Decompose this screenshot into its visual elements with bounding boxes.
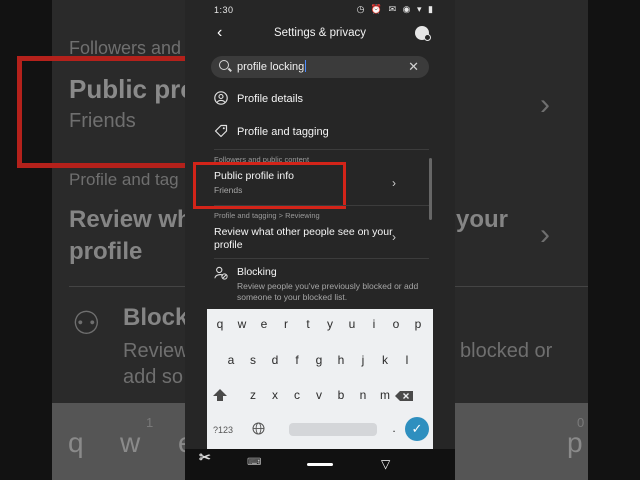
bg-blocking-desc-right: blocked or	[460, 340, 553, 362]
bg-blocking-desc2: add so	[123, 366, 184, 388]
key-p[interactable]: p	[409, 317, 427, 331]
bg-section2: Profile and tag	[69, 170, 179, 189]
bg-chevron-icon: ›	[540, 88, 550, 121]
key-h[interactable]: h	[332, 353, 350, 367]
bg-review-right: your	[456, 206, 509, 233]
result-section-label: Profile and tagging > Reviewing	[214, 211, 320, 220]
key-v[interactable]: v	[310, 388, 328, 402]
bg-key-w: w	[120, 427, 141, 458]
key-i[interactable]: i	[365, 317, 383, 331]
key-g[interactable]: g	[310, 353, 328, 367]
key-j[interactable]: j	[354, 353, 372, 367]
phone-screen: 1:30 ◷ ⏰ ✉ ◉ ▾ ▮ ‹ Settings & privacy pr…	[185, 0, 455, 480]
result-title: Review what other people see on your pro…	[214, 226, 393, 251]
enter-check-icon[interactable]: ✓	[405, 417, 429, 441]
key-y[interactable]: y	[321, 317, 339, 331]
avatar-badge-icon	[424, 34, 431, 41]
key-f[interactable]: f	[288, 353, 306, 367]
key-u[interactable]: u	[343, 317, 361, 331]
result-subtitle: Review people you've previously blocked …	[237, 281, 419, 302]
clear-icon[interactable]: ✕	[408, 59, 419, 75]
key-z[interactable]: z	[244, 388, 262, 402]
bg-review-line2: profile	[69, 238, 143, 265]
bg-item-sub: Friends	[69, 110, 136, 132]
scrollbar[interactable]	[429, 158, 432, 220]
key-r[interactable]: r	[277, 317, 295, 331]
bg-blocking-icon: ⚇	[72, 305, 101, 341]
key-t[interactable]: t	[299, 317, 317, 331]
status-bar: 1:30 ◷ ⏰ ✉ ◉ ▾ ▮	[185, 0, 455, 20]
key-s[interactable]: s	[244, 353, 262, 367]
key-l[interactable]: l	[398, 353, 416, 367]
space-bar[interactable]	[289, 423, 377, 436]
system-nav-bar: ⌨ ▽	[185, 449, 455, 480]
result-blocking[interactable]: Blocking Review people you've previously…	[185, 262, 431, 306]
status-time: 1:30	[214, 5, 234, 15]
key-q[interactable]: q	[211, 317, 229, 331]
bg-chevron2-icon: ›	[540, 218, 550, 251]
search-bar[interactable]: profile locking ✕	[211, 56, 429, 78]
home-pill[interactable]	[307, 463, 333, 466]
blocking-person-icon	[214, 266, 228, 280]
result-review-what-others-see[interactable]: Review what other people see on your pro…	[185, 222, 431, 256]
bg-blocking: Block	[123, 304, 189, 331]
key-x[interactable]: x	[266, 388, 284, 402]
key-e[interactable]: e	[255, 317, 273, 331]
search-icon	[219, 60, 229, 70]
key-c[interactable]: c	[288, 388, 306, 402]
editor-logo-icon: ✂	[199, 449, 211, 465]
back-triangle-icon[interactable]: ▽	[381, 457, 390, 471]
red-highlight-box	[193, 162, 346, 209]
key-m[interactable]: m	[376, 388, 394, 402]
key-k[interactable]: k	[376, 353, 394, 367]
app-bar: ‹ Settings & privacy	[185, 20, 455, 48]
text-caret	[305, 60, 307, 72]
chevron-right-icon: ›	[392, 176, 396, 190]
bg-key-q: q	[68, 427, 84, 458]
globe-icon[interactable]	[252, 422, 265, 435]
onscreen-keyboard: q w e r t y u i o p a s d f g h j k l z	[207, 309, 433, 449]
divider	[214, 205, 429, 206]
key-b[interactable]: b	[332, 388, 350, 402]
key-d[interactable]: d	[266, 353, 284, 367]
backspace-icon[interactable]	[394, 390, 414, 402]
key-n[interactable]: n	[354, 388, 372, 402]
menu-label-profile-details: Profile details	[237, 93, 304, 105]
key-symbols[interactable]: ?123	[213, 425, 233, 435]
keyboard-switch-icon[interactable]: ⌨	[247, 457, 261, 468]
divider	[214, 258, 429, 259]
key-o[interactable]: o	[387, 317, 405, 331]
key-w[interactable]: w	[233, 317, 251, 331]
profile-circle-icon	[214, 91, 228, 105]
bg-key-p: p	[567, 427, 583, 458]
result-title: Blocking	[237, 266, 277, 278]
background-right-band	[588, 0, 640, 480]
menu-item-profile-details[interactable]: Profile details	[185, 90, 431, 110]
status-icons: ◷ ⏰ ✉ ◉ ▾ ▮	[356, 4, 435, 14]
tag-icon	[214, 124, 228, 138]
bg-num-1: 1	[146, 415, 154, 430]
key-a[interactable]: a	[222, 353, 240, 367]
bg-blocking-desc1: Review	[123, 340, 189, 362]
key-period[interactable]: .	[385, 421, 403, 435]
chevron-right-icon: ›	[392, 230, 396, 244]
menu-item-profile-tagging[interactable]: Profile and tagging	[185, 123, 431, 143]
divider	[214, 149, 429, 150]
shift-icon[interactable]	[211, 388, 229, 404]
menu-label-profile-tagging: Profile and tagging	[237, 126, 329, 138]
search-input[interactable]: profile locking	[237, 60, 307, 73]
